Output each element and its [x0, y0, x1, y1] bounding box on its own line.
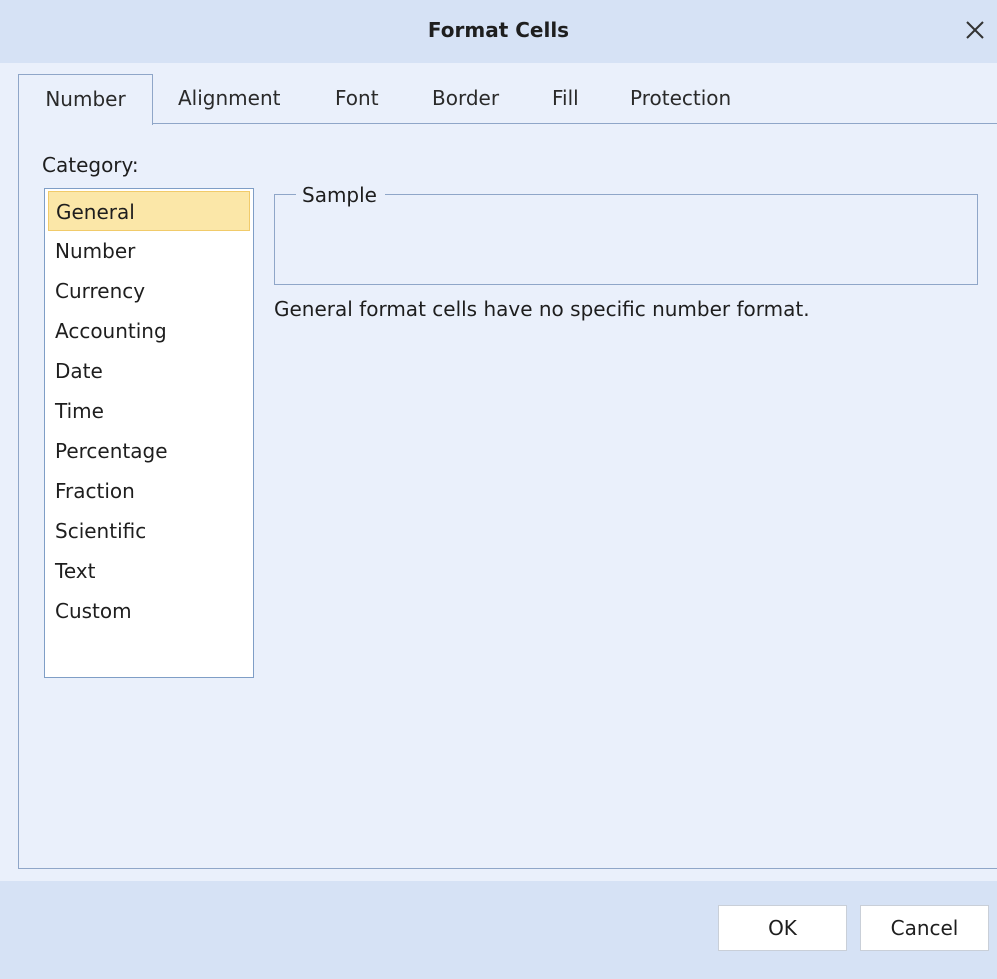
- dialog-title: Format Cells: [427, 18, 570, 42]
- cancel-button[interactable]: Cancel: [860, 905, 989, 951]
- close-button[interactable]: [955, 10, 995, 50]
- category-item-time[interactable]: Time: [48, 391, 250, 431]
- tab-protection[interactable]: Protection: [630, 74, 731, 122]
- category-item-fraction[interactable]: Fraction: [48, 471, 250, 511]
- category-item-scientific[interactable]: Scientific: [48, 511, 250, 551]
- dialog-footer: [0, 881, 997, 979]
- category-item-date[interactable]: Date: [48, 351, 250, 391]
- tab-fill[interactable]: Fill: [552, 74, 579, 122]
- tab-font[interactable]: Font: [335, 74, 379, 122]
- category-item-general[interactable]: General: [48, 191, 250, 231]
- category-item-custom[interactable]: Custom: [48, 591, 250, 631]
- sample-groupbox: [274, 194, 978, 285]
- category-item-number[interactable]: Number: [48, 231, 250, 271]
- category-item-currency[interactable]: Currency: [48, 271, 250, 311]
- category-list[interactable]: General Number Currency Accounting Date …: [44, 188, 254, 678]
- format-description: General format cells have no specific nu…: [274, 297, 810, 321]
- tab-border[interactable]: Border: [432, 74, 499, 122]
- category-item-percentage[interactable]: Percentage: [48, 431, 250, 471]
- category-label: Category:: [42, 153, 139, 177]
- sample-label: Sample: [296, 183, 385, 207]
- tab-alignment[interactable]: Alignment: [178, 74, 280, 122]
- title-bar: Format Cells: [0, 0, 997, 63]
- category-item-accounting[interactable]: Accounting: [48, 311, 250, 351]
- ok-button[interactable]: OK: [718, 905, 847, 951]
- category-item-text[interactable]: Text: [48, 551, 250, 591]
- close-icon: [966, 21, 984, 39]
- tab-number[interactable]: Number: [18, 74, 153, 125]
